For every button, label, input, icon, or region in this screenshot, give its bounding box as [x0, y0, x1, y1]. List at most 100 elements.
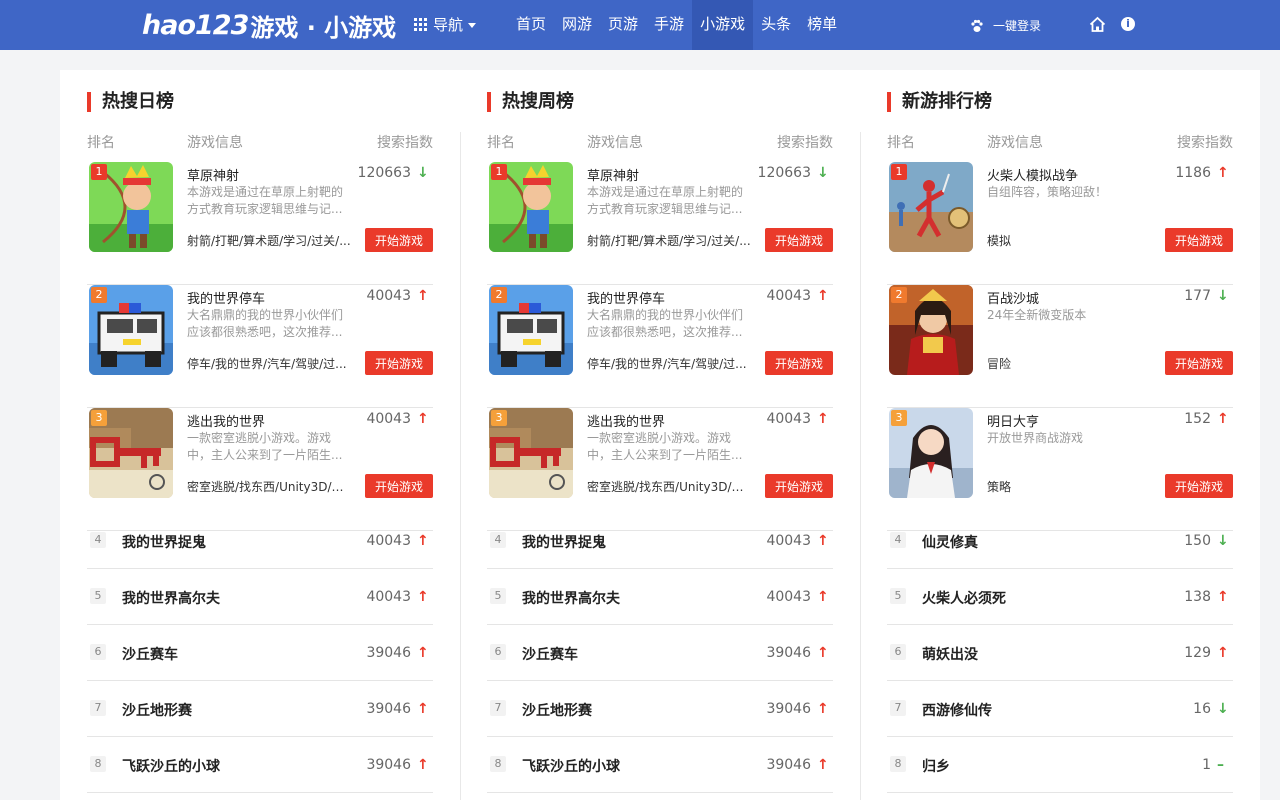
nav-menu-dropdown[interactable]: 导航: [414, 14, 477, 35]
ranked-game-row[interactable]: 6 萌妖出没 129 ↑: [887, 625, 1233, 681]
search-index-value: 39046: [766, 757, 811, 773]
rank-number: 5: [490, 588, 506, 604]
ranked-game-row[interactable]: 7 沙丘地形赛 39046 ↑: [87, 681, 433, 737]
ranked-game-card[interactable]: 2 百战沙城 24年全新微变版本 冒险 177 ↓ 开始游戏: [887, 285, 1233, 408]
game-name[interactable]: 我的世界捉鬼: [122, 532, 206, 552]
ranked-game-row[interactable]: 4 我的世界捉鬼 40043 ↑: [487, 513, 833, 569]
key-game-icon[interactable]: 3: [89, 408, 173, 498]
start-game-button[interactable]: 开始游戏: [765, 228, 833, 252]
game-name[interactable]: 沙丘赛车: [122, 644, 178, 664]
game-name[interactable]: 萌妖出没: [922, 644, 978, 664]
tab-rankings[interactable]: 榜单: [799, 0, 845, 50]
arrow-up-icon: ↑: [817, 533, 829, 549]
ranked-game-row[interactable]: 4 仙灵修真 150 ↓: [887, 513, 1233, 569]
game-name[interactable]: 逃出我的世界: [187, 411, 265, 430]
start-game-button[interactable]: 开始游戏: [1165, 351, 1233, 375]
ranked-game-row[interactable]: 5 我的世界高尔夫 40043 ↑: [487, 569, 833, 625]
tab-mobile-games[interactable]: 手游: [646, 0, 692, 50]
ranked-game-card[interactable]: 1 火柴人模拟战争 自组阵容，策略迎敌！ 模拟 1186 ↑ 开始游戏: [887, 162, 1233, 285]
info-icon[interactable]: i: [1121, 17, 1135, 31]
search-index: 120663 ↓: [758, 165, 829, 181]
search-index-value: 120663: [757, 165, 811, 181]
ranked-game-row[interactable]: 8 归乡 1–: [887, 737, 1233, 793]
search-index-value: 40043: [366, 411, 411, 427]
game-name[interactable]: 我的世界停车: [187, 288, 265, 307]
ranked-game-card[interactable]: 2 我的世界停车 大名鼎鼎的我的世界小伙伴们应该都很熟悉吧，这次推荐... 停车…: [487, 285, 833, 408]
ranked-game-row[interactable]: 6 沙丘赛车 39046 ↑: [87, 625, 433, 681]
ranked-game-row[interactable]: 8 飞跃沙丘的小球 39046 ↑: [87, 737, 433, 793]
game-name[interactable]: 草原神射: [187, 165, 239, 184]
start-game-button[interactable]: 开始游戏: [1165, 474, 1233, 498]
login-label: 一键登录: [993, 19, 1042, 33]
key-game-icon[interactable]: 3: [489, 408, 573, 498]
arrow-up-icon: ↑: [1217, 165, 1229, 181]
start-game-button[interactable]: 开始游戏: [365, 228, 433, 252]
game-name[interactable]: 我的世界捉鬼: [522, 532, 606, 552]
start-game-button[interactable]: 开始游戏: [365, 474, 433, 498]
search-index: 1–: [1202, 757, 1229, 773]
arrow-up-icon: ↑: [417, 411, 429, 427]
tab-web-games[interactable]: 页游: [600, 0, 646, 50]
game-name[interactable]: 明日大亨: [987, 411, 1039, 430]
game-tags: 密室逃脱/找东西/Unity3D/解...: [587, 480, 753, 494]
archer-game-icon[interactable]: 1: [89, 162, 173, 252]
site-logo[interactable]: hao123 游戏 · 小游戏: [142, 7, 396, 43]
start-game-button[interactable]: 开始游戏: [765, 474, 833, 498]
ranked-game-row[interactable]: 6 沙丘赛车 39046 ↑: [487, 625, 833, 681]
ranked-game-row[interactable]: 5 火柴人必须死 138 ↑: [887, 569, 1233, 625]
police-car-game-icon[interactable]: 2: [89, 285, 173, 375]
game-name[interactable]: 火柴人模拟战争: [987, 165, 1078, 184]
game-name[interactable]: 沙丘赛车: [522, 644, 578, 664]
arrow-up-icon: ↑: [417, 288, 429, 304]
game-name[interactable]: 我的世界停车: [587, 288, 665, 307]
game-name[interactable]: 火柴人必须死: [922, 588, 1006, 608]
start-game-button[interactable]: 开始游戏: [365, 351, 433, 375]
businesswoman-game-icon[interactable]: 3: [889, 408, 973, 498]
ranked-game-card[interactable]: 1 草原神射 本游戏是通过在草原上射靶的方式教育玩家逻辑思维与记... 射箭/打…: [87, 162, 433, 285]
game-name[interactable]: 沙丘地形赛: [522, 700, 592, 720]
start-game-button[interactable]: 开始游戏: [765, 351, 833, 375]
ranked-game-row[interactable]: 8 飞跃沙丘的小球 39046 ↑: [487, 737, 833, 793]
warrior-game-icon[interactable]: 2: [889, 285, 973, 375]
archer-game-icon[interactable]: 1: [489, 162, 573, 252]
search-index: 39046 ↑: [366, 701, 429, 717]
column-header: 排名 游戏信息 搜索指数: [487, 132, 833, 152]
arrow-down-icon: ↓: [1217, 288, 1229, 304]
search-index-value: 40043: [366, 589, 411, 605]
ranked-game-row[interactable]: 4 我的世界捉鬼 40043 ↑: [87, 513, 433, 569]
ranked-game-row[interactable]: 7 西游修仙传 16 ↓: [887, 681, 1233, 737]
search-index-value: 39046: [766, 701, 811, 717]
game-name[interactable]: 西游修仙传: [922, 700, 992, 720]
game-name[interactable]: 归乡: [922, 756, 950, 776]
game-name[interactable]: 逃出我的世界: [587, 411, 665, 430]
tab-online-games[interactable]: 网游: [554, 0, 600, 50]
game-tags: 射箭/打靶/算术题/学习/过关/...: [187, 234, 351, 248]
ranked-game-card[interactable]: 1 草原神射 本游戏是通过在草原上射靶的方式教育玩家逻辑思维与记... 射箭/打…: [487, 162, 833, 285]
game-tags: 策略: [987, 480, 1012, 494]
stickman-war-game-icon[interactable]: 1: [889, 162, 973, 252]
game-name[interactable]: 沙丘地形赛: [122, 700, 192, 720]
game-name[interactable]: 我的世界高尔夫: [122, 588, 220, 608]
tab-home[interactable]: 首页: [508, 0, 554, 50]
game-tags: 射箭/打靶/算术题/学习/过关/...: [587, 234, 751, 248]
column-divider: [460, 132, 461, 800]
game-tags: 冒险: [987, 357, 1012, 371]
tab-headlines[interactable]: 头条: [753, 0, 799, 50]
police-car-game-icon[interactable]: 2: [489, 285, 573, 375]
tab-mini-games[interactable]: 小游戏: [692, 0, 754, 50]
game-tags: 停车/我的世界/汽车/驾驶/过...: [187, 357, 347, 371]
game-name[interactable]: 草原神射: [587, 165, 639, 184]
game-name[interactable]: 百战沙城: [987, 288, 1039, 307]
one-click-login[interactable]: 一键登录: [970, 17, 1041, 34]
start-game-button[interactable]: 开始游戏: [1165, 228, 1233, 252]
game-name[interactable]: 仙灵修真: [922, 532, 978, 552]
home-icon[interactable]: [1089, 16, 1106, 33]
ranked-game-card[interactable]: 2 我的世界停车 大名鼎鼎的我的世界小伙伴们应该都很熟悉吧，这次推荐... 停车…: [87, 285, 433, 408]
game-name[interactable]: 飞跃沙丘的小球: [522, 756, 620, 776]
search-index: 40043 ↑: [366, 411, 429, 427]
ranked-game-row[interactable]: 7 沙丘地形赛 39046 ↑: [487, 681, 833, 737]
game-name[interactable]: 飞跃沙丘的小球: [122, 756, 220, 776]
column-header: 排名 游戏信息 搜索指数: [887, 132, 1233, 152]
game-name[interactable]: 我的世界高尔夫: [522, 588, 620, 608]
ranked-game-row[interactable]: 5 我的世界高尔夫 40043 ↑: [87, 569, 433, 625]
